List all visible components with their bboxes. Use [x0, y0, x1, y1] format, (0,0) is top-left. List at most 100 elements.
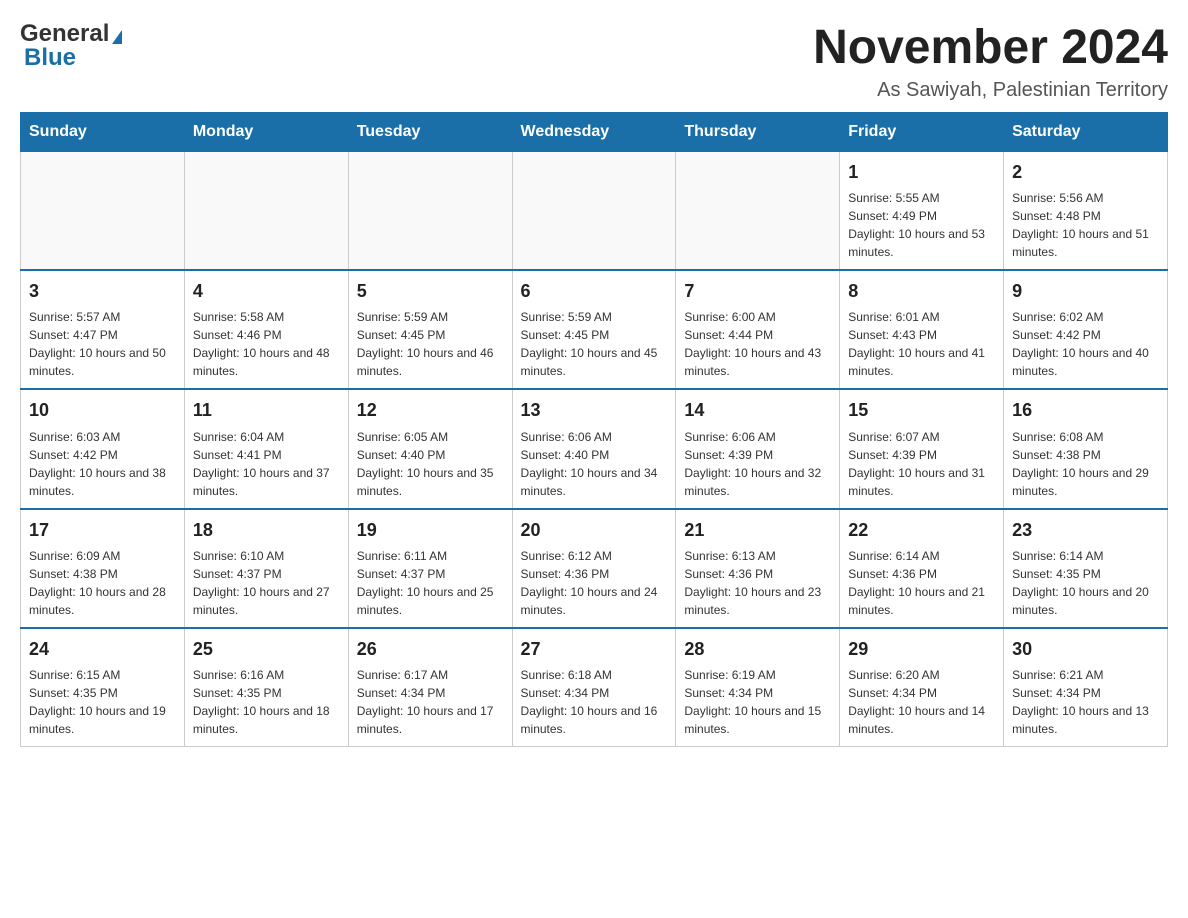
day-number: 18 [193, 518, 340, 543]
calendar-day-cell [348, 152, 512, 271]
day-of-week-header: Wednesday [512, 113, 676, 152]
calendar-day-cell: 14Sunrise: 6:06 AM Sunset: 4:39 PM Dayli… [676, 389, 840, 508]
day-number: 3 [29, 279, 176, 304]
day-number: 19 [357, 518, 504, 543]
calendar-day-cell: 30Sunrise: 6:21 AM Sunset: 4:34 PM Dayli… [1004, 628, 1168, 747]
calendar-day-cell: 15 Sunrise: 6:07 AM Sunset: 4:39 PM Dayli… [840, 389, 1004, 508]
day-info: Sunrise: 6:14 AM Sunset: 4:36 PM Dayligh… [848, 547, 995, 619]
calendar-week-row: 24 Sunrise: 6:15 AM Sunset: 4:35 PM Dayli… [21, 628, 1168, 747]
calendar-day-cell: 23 Sunrise: 6:14 AM Sunset: 4:35 PM Dayli… [1004, 509, 1168, 628]
day-number: 16 [1012, 398, 1159, 423]
day-number: 29 [848, 637, 995, 662]
day-number: 11 [193, 398, 340, 423]
calendar-week-row: 10 Sunrise: 6:03 AM Sunset: 4:42 PM Dayli… [21, 389, 1168, 508]
day-info: Sunrise: 6:07 AM Sunset: 4:39 PM Dayligh… [848, 428, 995, 500]
calendar-day-cell [676, 152, 840, 271]
calendar-day-cell: 17 Sunrise: 6:09 AM Sunset: 4:38 PM Dayli… [21, 509, 185, 628]
calendar-day-cell: 27Sunrise: 6:18 AM Sunset: 4:34 PM Dayli… [512, 628, 676, 747]
calendar-day-cell: 8Sunrise: 6:01 AM Sunset: 4:43 PM Daylig… [840, 270, 1004, 389]
calendar-day-cell: 28 Sunrise: 6:19 AM Sunset: 4:34 PM Dayli… [676, 628, 840, 747]
day-info: Sunrise: 6:04 AM Sunset: 4:41 PM Dayligh… [193, 428, 340, 500]
day-info: Sunrise: 6:13 AM Sunset: 4:36 PM Dayligh… [684, 547, 831, 619]
logo-triangle-icon [112, 30, 122, 44]
day-info: Sunrise: 6:10 AM Sunset: 4:37 PM Dayligh… [193, 547, 340, 619]
day-number: 7 [684, 279, 831, 304]
subtitle: As Sawiyah, Palestinian Territory [813, 79, 1168, 102]
calendar-day-cell: 2 Sunrise: 5:56 AM Sunset: 4:48 PM Daylig… [1004, 152, 1168, 271]
day-number: 14 [684, 398, 831, 423]
calendar-day-cell: 12 Sunrise: 6:05 AM Sunset: 4:40 PM Dayli… [348, 389, 512, 508]
calendar-day-cell: 10 Sunrise: 6:03 AM Sunset: 4:42 PM Dayli… [21, 389, 185, 508]
calendar-day-cell: 7 Sunrise: 6:00 AM Sunset: 4:44 PM Daylig… [676, 270, 840, 389]
page-header: General Blue November 2024 As Sawiyah, P… [20, 20, 1168, 102]
day-info: Sunrise: 6:05 AM Sunset: 4:40 PM Dayligh… [357, 428, 504, 500]
day-info: Sunrise: 6:18 AM Sunset: 4:34 PM Dayligh… [521, 666, 668, 738]
day-number: 10 [29, 398, 176, 423]
day-info: Sunrise: 6:15 AM Sunset: 4:35 PM Dayligh… [29, 666, 176, 738]
title-area: November 2024 As Sawiyah, Palestinian Te… [813, 20, 1168, 102]
day-info: Sunrise: 6:20 AM Sunset: 4:34 PM Dayligh… [848, 666, 995, 738]
day-number: 25 [193, 637, 340, 662]
day-info: Sunrise: 6:16 AM Sunset: 4:35 PM Dayligh… [193, 666, 340, 738]
day-info: Sunrise: 6:09 AM Sunset: 4:38 PM Dayligh… [29, 547, 176, 619]
day-of-week-header: Sunday [21, 113, 185, 152]
day-info: Sunrise: 6:12 AM Sunset: 4:36 PM Dayligh… [521, 547, 668, 619]
day-info: Sunrise: 6:03 AM Sunset: 4:42 PM Dayligh… [29, 428, 176, 500]
calendar-day-cell: 26 Sunrise: 6:17 AM Sunset: 4:34 PM Dayli… [348, 628, 512, 747]
logo: General Blue [20, 20, 122, 72]
day-number: 21 [684, 518, 831, 543]
day-info: Sunrise: 6:02 AM Sunset: 4:42 PM Dayligh… [1012, 308, 1159, 380]
calendar-day-cell: 24 Sunrise: 6:15 AM Sunset: 4:35 PM Dayli… [21, 628, 185, 747]
day-number: 28 [684, 637, 831, 662]
calendar-day-cell: 18 Sunrise: 6:10 AM Sunset: 4:37 PM Dayli… [184, 509, 348, 628]
day-info: Sunrise: 5:58 AM Sunset: 4:46 PM Dayligh… [193, 308, 340, 380]
day-number: 2 [1012, 160, 1159, 185]
day-info: Sunrise: 6:00 AM Sunset: 4:44 PM Dayligh… [684, 308, 831, 380]
day-info: Sunrise: 6:21 AM Sunset: 4:34 PM Dayligh… [1012, 666, 1159, 738]
calendar-day-cell: 25 Sunrise: 6:16 AM Sunset: 4:35 PM Dayli… [184, 628, 348, 747]
day-info: Sunrise: 5:55 AM Sunset: 4:49 PM Dayligh… [848, 189, 995, 261]
calendar-day-cell: 6 Sunrise: 5:59 AM Sunset: 4:45 PM Daylig… [512, 270, 676, 389]
calendar-day-cell: 3 Sunrise: 5:57 AM Sunset: 4:47 PM Daylig… [21, 270, 185, 389]
calendar-day-cell: 16Sunrise: 6:08 AM Sunset: 4:38 PM Dayli… [1004, 389, 1168, 508]
calendar-week-row: 3 Sunrise: 5:57 AM Sunset: 4:47 PM Daylig… [21, 270, 1168, 389]
calendar-day-cell: 19Sunrise: 6:11 AM Sunset: 4:37 PM Dayli… [348, 509, 512, 628]
day-info: Sunrise: 6:19 AM Sunset: 4:34 PM Dayligh… [684, 666, 831, 738]
day-number: 1 [848, 160, 995, 185]
day-number: 6 [521, 279, 668, 304]
calendar-day-cell: 22 Sunrise: 6:14 AM Sunset: 4:36 PM Dayli… [840, 509, 1004, 628]
day-number: 15 [848, 398, 995, 423]
day-info: Sunrise: 6:14 AM Sunset: 4:35 PM Dayligh… [1012, 547, 1159, 619]
day-number: 20 [521, 518, 668, 543]
calendar-day-cell: 11 Sunrise: 6:04 AM Sunset: 4:41 PM Dayli… [184, 389, 348, 508]
calendar-day-cell: 20 Sunrise: 6:12 AM Sunset: 4:36 PM Dayli… [512, 509, 676, 628]
calendar-day-cell: 13 Sunrise: 6:06 AM Sunset: 4:40 PM Dayli… [512, 389, 676, 508]
calendar-week-row: 17 Sunrise: 6:09 AM Sunset: 4:38 PM Dayli… [21, 509, 1168, 628]
day-info: Sunrise: 5:56 AM Sunset: 4:48 PM Dayligh… [1012, 189, 1159, 261]
calendar-table: SundayMondayTuesdayWednesdayThursdayFrid… [20, 112, 1168, 747]
day-info: Sunrise: 5:59 AM Sunset: 4:45 PM Dayligh… [357, 308, 504, 380]
calendar-day-cell: 5Sunrise: 5:59 AM Sunset: 4:45 PM Daylig… [348, 270, 512, 389]
day-number: 12 [357, 398, 504, 423]
day-number: 13 [521, 398, 668, 423]
day-info: Sunrise: 6:17 AM Sunset: 4:34 PM Dayligh… [357, 666, 504, 738]
day-info: Sunrise: 5:57 AM Sunset: 4:47 PM Dayligh… [29, 308, 176, 380]
day-of-week-header: Monday [184, 113, 348, 152]
calendar-day-cell: 1 Sunrise: 5:55 AM Sunset: 4:49 PM Daylig… [840, 152, 1004, 271]
day-of-week-header: Saturday [1004, 113, 1168, 152]
calendar-day-cell: 29 Sunrise: 6:20 AM Sunset: 4:34 PM Dayli… [840, 628, 1004, 747]
calendar-day-cell: 21 Sunrise: 6:13 AM Sunset: 4:36 PM Dayli… [676, 509, 840, 628]
logo-blue-text: Blue [20, 44, 76, 72]
calendar-day-cell [512, 152, 676, 271]
day-number: 24 [29, 637, 176, 662]
calendar-header-row: SundayMondayTuesdayWednesdayThursdayFrid… [21, 113, 1168, 152]
day-number: 26 [357, 637, 504, 662]
day-info: Sunrise: 6:06 AM Sunset: 4:40 PM Dayligh… [521, 428, 668, 500]
day-info: Sunrise: 5:59 AM Sunset: 4:45 PM Dayligh… [521, 308, 668, 380]
day-number: 9 [1012, 279, 1159, 304]
day-number: 4 [193, 279, 340, 304]
day-number: 22 [848, 518, 995, 543]
day-number: 17 [29, 518, 176, 543]
day-number: 23 [1012, 518, 1159, 543]
calendar-day-cell [21, 152, 185, 271]
